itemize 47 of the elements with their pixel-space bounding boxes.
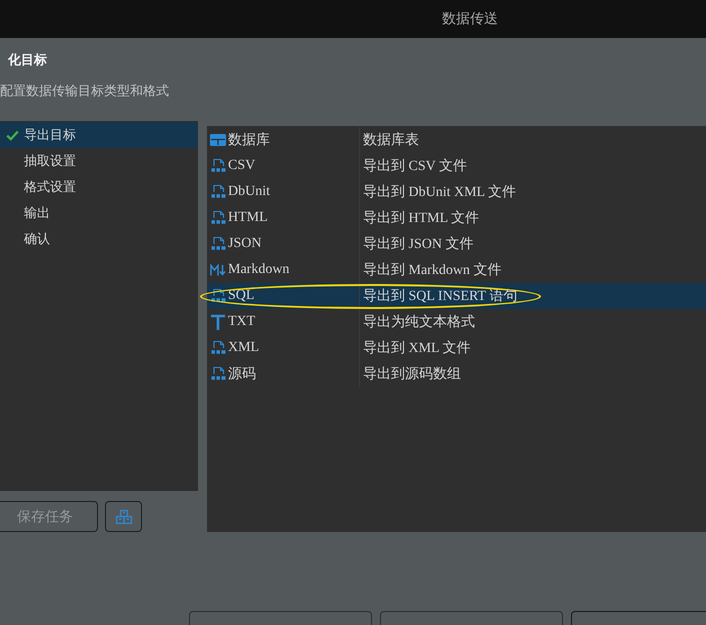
step-item[interactable]: 抽取设置	[0, 148, 198, 174]
format-name: Markdown	[228, 262, 290, 278]
page-title: 化目标	[8, 51, 47, 69]
format-description: 数据库表	[363, 131, 419, 149]
format-name: SQL	[228, 288, 254, 304]
format-name: 数据库	[228, 131, 270, 149]
table-icon	[210, 134, 226, 146]
file-icon	[210, 236, 226, 252]
format-row[interactable]: 数据库 数据库表	[207, 127, 706, 153]
format-description: 导出到 JSON 文件	[363, 235, 474, 253]
file-icon	[210, 210, 226, 226]
format-row[interactable]: DbUnit 导出到 DbUnit XML 文件	[207, 179, 706, 205]
format-name: 源码	[228, 366, 256, 383]
format-description: 导出到 HTML 文件	[363, 209, 480, 227]
format-row[interactable]: CSV 导出到 CSV 文件	[207, 153, 706, 179]
format-row[interactable]: 源码 导出到源码数组	[207, 361, 706, 387]
format-name: TXT	[228, 314, 256, 330]
text-icon	[211, 314, 225, 330]
format-row[interactable]: XML 导出到 XML 文件	[207, 335, 706, 361]
format-row[interactable]: TXT 导出为纯文本格式	[207, 309, 706, 335]
boxes-icon	[116, 510, 132, 524]
step-item[interactable]: 确认	[0, 226, 198, 252]
markdown-icon	[210, 264, 226, 276]
step-item[interactable]: 输出	[0, 200, 198, 226]
format-name: JSON	[228, 236, 262, 252]
format-description: 导出为纯文本格式	[363, 313, 475, 331]
step-item[interactable]: 导出目标	[0, 122, 198, 148]
file-icon	[210, 366, 226, 382]
format-name: CSV	[228, 158, 256, 174]
format-description: 导出到 DbUnit XML 文件	[363, 183, 516, 201]
file-icon	[210, 288, 226, 304]
page-subtitle: 配置数据传输目标类型和格式	[0, 82, 169, 100]
icon-button[interactable]	[105, 501, 142, 532]
format-row[interactable]: HTML 导出到 HTML 文件	[207, 205, 706, 231]
format-row[interactable]: JSON 导出到 JSON 文件	[207, 231, 706, 257]
format-name: XML	[228, 340, 260, 356]
format-description: 导出到 Markdown 文件	[363, 261, 502, 279]
format-name: HTML	[228, 210, 268, 226]
format-description: 导出到 CSV 文件	[363, 157, 467, 175]
format-description: 导出到 XML 文件	[363, 339, 471, 357]
file-icon	[210, 184, 226, 200]
format-name: DbUnit	[228, 184, 270, 200]
window-title: 数据传送	[442, 10, 498, 28]
file-icon	[210, 340, 226, 356]
file-icon	[210, 158, 226, 174]
step-item[interactable]: 格式设置	[0, 174, 198, 200]
format-description: 导出到源码数组	[363, 366, 461, 383]
